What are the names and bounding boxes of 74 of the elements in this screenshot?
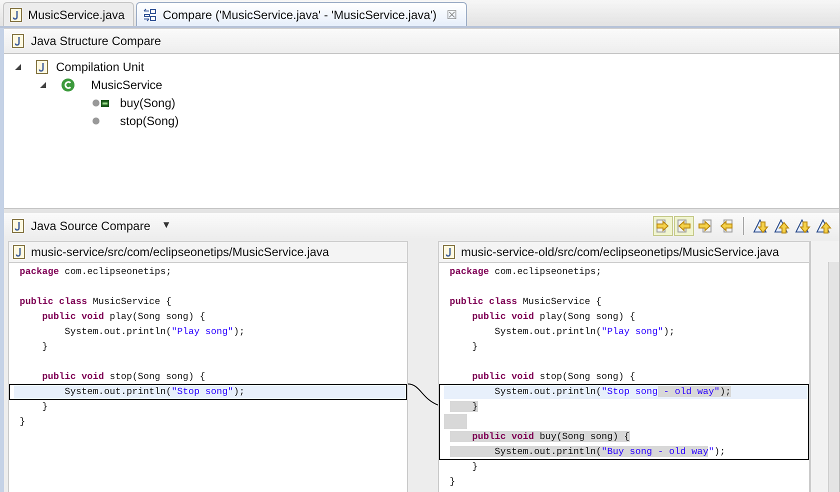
next-change-icon[interactable]	[752, 216, 770, 234]
code-token: MusicService {	[522, 296, 602, 307]
code-token: "Play song"	[172, 326, 234, 337]
previous-change-icon[interactable]	[773, 216, 791, 234]
code-token: System.out.println(	[64, 326, 172, 337]
code-token: );	[720, 386, 731, 397]
code-token: stop(Song song) {	[538, 371, 636, 382]
java-file-icon	[13, 245, 25, 259]
code-token: }	[20, 416, 26, 427]
code-token: "	[708, 446, 714, 457]
view-menu-button[interactable]: ▼	[161, 220, 172, 231]
code-token: }	[471, 461, 478, 472]
code-token: package	[20, 266, 60, 277]
code-token: play(Song song) {	[538, 311, 636, 322]
code-token: public class	[20, 296, 88, 307]
code-token: public void	[450, 431, 534, 442]
code-token: System.out.println(	[450, 446, 602, 457]
code-token: stop(Song song) {	[108, 371, 206, 382]
next-change-icon[interactable]	[794, 216, 812, 234]
tree-item[interactable]: Compilation Unit	[56, 60, 144, 74]
code-token: buy(Song song) {	[534, 431, 630, 442]
code-token: MusicService {	[92, 296, 172, 307]
previous-change-icon[interactable]	[815, 216, 833, 234]
code-token: public class	[450, 296, 518, 307]
tree-item[interactable]: buy(Song)	[120, 96, 176, 110]
method-icon	[92, 99, 100, 107]
expand-arrow-icon[interactable]	[14, 63, 22, 71]
scrollbar-track[interactable]	[828, 262, 839, 492]
code-token: public void	[471, 371, 534, 382]
code-token: com.eclipseonetips;	[64, 266, 172, 277]
tree-item[interactable]: MusicService	[91, 78, 162, 92]
code-token: "Buy song - old way	[602, 446, 708, 457]
code-token: public void	[41, 311, 104, 322]
code-token: );	[233, 326, 245, 337]
connector-line	[408, 383, 438, 407]
code-token: );	[663, 326, 675, 337]
panel-title: Java Structure Compare	[31, 34, 162, 48]
expand-arrow-icon[interactable]	[39, 81, 47, 89]
code-token: System.out.println(	[494, 386, 602, 397]
java-file-icon	[12, 34, 24, 48]
code-token: }	[450, 476, 456, 487]
code-token: play(Song song) {	[108, 311, 206, 322]
panel-title: Java Source Compare	[31, 218, 150, 232]
copy-right-icon[interactable]	[696, 216, 714, 234]
java-file-icon	[443, 245, 455, 259]
code-token: com.eclipseonetips;	[494, 266, 602, 277]
java-file-icon	[12, 218, 24, 232]
editor-tab[interactable]: MusicService.java	[3, 2, 134, 26]
code-token: }	[450, 401, 478, 412]
file-path: music-service/src/com/eclipseonetips/MusicService.java	[31, 245, 330, 259]
code-token: );	[714, 446, 726, 457]
code-token: "Play song"	[602, 326, 664, 337]
editor-tab[interactable]: Compare ('MusicService.java' - 'MusicService.java') ☒	[136, 2, 467, 26]
java-file-icon	[36, 60, 48, 74]
code-token: );	[233, 386, 245, 397]
code-token: - old way"	[658, 386, 720, 397]
java-file-icon	[10, 8, 22, 22]
code-token: package	[450, 266, 490, 277]
code-token: }	[41, 341, 48, 352]
code-token: System.out.println(	[64, 386, 172, 397]
code-token: public void	[41, 371, 104, 382]
code-token: }	[471, 341, 478, 352]
compare-icon	[142, 8, 157, 22]
class-icon	[61, 78, 75, 92]
code-token: "Stop song"	[172, 386, 234, 397]
tree-item[interactable]: stop(Song)	[120, 114, 179, 128]
method-icon	[92, 117, 100, 125]
code-token: public void	[471, 311, 534, 322]
code-token: }	[41, 401, 48, 412]
copy-right-icon[interactable]	[654, 216, 672, 234]
file-path: music-service-old/src/com/eclipseonetips/MusicService.java	[461, 245, 780, 259]
code-token: System.out.println(	[494, 326, 602, 337]
code-token: "Stop song	[602, 386, 658, 397]
copy-left-icon[interactable]	[675, 216, 693, 234]
